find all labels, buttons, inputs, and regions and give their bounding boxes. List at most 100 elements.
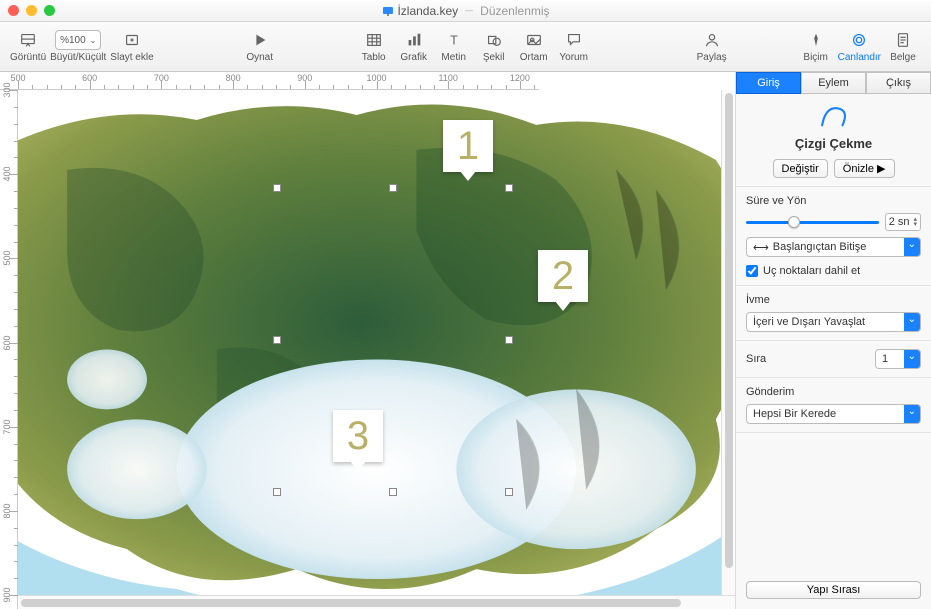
ruler-vertical: 300400500600700800900 — [0, 90, 18, 609]
marker-3-label: 3 — [347, 414, 369, 459]
toolbar-text[interactable]: T Metin — [436, 30, 472, 63]
map-marker-2[interactable]: 2 — [538, 250, 588, 302]
title-separator: — — [465, 6, 473, 15]
scrollbar-v-thumb[interactable] — [725, 93, 733, 568]
route-line[interactable] — [18, 90, 318, 240]
toolbar-format[interactable]: Biçim — [798, 30, 834, 63]
toolbar-document-label: Belge — [890, 52, 916, 63]
ruler-v-label: 400 — [2, 167, 12, 182]
toolbar-shape-label: Şekil — [483, 52, 505, 63]
duration-value: 2 sn — [889, 216, 910, 228]
toolbar-format-label: Biçim — [803, 52, 827, 63]
effect-preview-icon — [817, 102, 851, 130]
scrollbar-horizontal[interactable] — [18, 595, 735, 609]
canvas-area[interactable]: 500600700800900100011001200130014001500 … — [0, 72, 735, 609]
scrollbar-vertical[interactable] — [721, 90, 735, 595]
toolbar-comment-label: Yorum — [559, 52, 588, 63]
window-title: İzlanda.key — Düzenlenmiş — [381, 4, 549, 18]
toolbar-animate[interactable]: Canlandır — [838, 30, 881, 63]
toolbar-media-label: Ortam — [520, 52, 548, 63]
toolbar-chart-label: Grafik — [400, 52, 427, 63]
toolbar-add-slide[interactable]: Slayt ekle — [110, 30, 153, 63]
selection-handles[interactable] — [276, 187, 510, 493]
ruler-h-label: 900 — [297, 73, 312, 83]
direction-select[interactable]: ⟷ Başlangıçtan Bitişe — [746, 237, 921, 257]
direction-prefix-icon: ⟷ — [753, 241, 769, 254]
ruler-v-label: 600 — [2, 335, 12, 350]
toolbar-chart[interactable]: Grafik — [396, 30, 432, 63]
stepper-arrows-icon[interactable]: ▴▾ — [913, 217, 917, 227]
ruler-h-label: 500 — [10, 73, 25, 83]
ruler-horizontal: 500600700800900100011001200130014001500 — [0, 72, 539, 90]
map-marker-3[interactable]: 3 — [333, 410, 383, 462]
window-controls — [8, 5, 55, 16]
handle-sw[interactable] — [273, 488, 281, 496]
minimize-window-button[interactable] — [26, 5, 37, 16]
toolbar-add-slide-label: Slayt ekle — [110, 52, 153, 63]
toolbar: Görüntü %100⌄ Büyüt/Küçült Slayt ekle Oy… — [0, 22, 931, 72]
toolbar-animate-label: Canlandır — [838, 52, 881, 63]
ruler-h-label: 1000 — [366, 73, 386, 83]
toolbar-play[interactable]: Oynat — [242, 30, 278, 63]
easing-label: İvme — [746, 294, 770, 306]
inspector-panel: Giriş Eylem Çıkış Çizgi Çekme Değiştir Ö… — [735, 72, 931, 609]
toolbar-view-label: Görüntü — [10, 52, 46, 63]
ruler-v-label: 300 — [2, 82, 12, 97]
tab-action[interactable]: Eylem — [801, 72, 866, 94]
ruler-h-label: 600 — [82, 73, 97, 83]
toolbar-zoom[interactable]: %100⌄ Büyüt/Küçült — [50, 30, 106, 63]
order-select[interactable]: 1 — [875, 349, 921, 369]
toolbar-table[interactable]: Tablo — [356, 30, 392, 63]
change-effect-button[interactable]: Değiştir — [773, 159, 828, 178]
order-label: Sıra — [746, 353, 869, 365]
duration-slider[interactable] — [746, 221, 879, 224]
handle-e[interactable] — [505, 336, 513, 344]
toolbar-document[interactable]: Belge — [885, 30, 921, 63]
handle-nw[interactable] — [273, 184, 281, 192]
marker-1-label: 1 — [457, 124, 479, 169]
maximize-window-button[interactable] — [44, 5, 55, 16]
easing-value: İçeri ve Dışarı Yavaşlat — [753, 316, 865, 328]
toolbar-share-label: Paylaş — [697, 52, 727, 63]
include-endpoints-label: Uç noktaları dahil et — [763, 265, 860, 277]
handle-ne[interactable] — [505, 184, 513, 192]
toolbar-media[interactable]: Ortam — [516, 30, 552, 63]
toolbar-text-label: Metin — [441, 52, 465, 63]
ruler-h-label: 1100 — [439, 73, 458, 83]
preview-effect-button[interactable]: Önizle ▶ — [834, 159, 895, 178]
delivery-value: Hepsi Bir Kerede — [753, 408, 836, 420]
inspector-tabs: Giriş Eylem Çıkış — [736, 72, 931, 94]
toolbar-view[interactable]: Görüntü — [10, 30, 46, 63]
order-value: 1 — [882, 353, 888, 365]
duration-stepper[interactable]: 2 sn ▴▾ — [885, 213, 921, 231]
toolbar-zoom-label: Büyüt/Küçült — [50, 52, 106, 63]
include-endpoints-checkbox[interactable] — [746, 265, 758, 277]
ruler-v-label: 500 — [2, 251, 12, 266]
map-marker-1[interactable]: 1 — [443, 120, 493, 172]
delivery-select[interactable]: Hepsi Bir Kerede — [746, 404, 921, 424]
keynote-doc-icon — [381, 5, 393, 17]
ruler-h-label: 700 — [154, 73, 169, 83]
handle-s[interactable] — [389, 488, 397, 496]
easing-select[interactable]: İçeri ve Dışarı Yavaşlat — [746, 312, 921, 332]
toolbar-table-label: Tablo — [362, 52, 386, 63]
marker-2-label: 2 — [552, 254, 574, 299]
build-order-button[interactable]: Yapı Sırası — [746, 581, 921, 599]
effect-title: Çizgi Çekme — [746, 136, 921, 151]
ruler-h-label: 800 — [226, 73, 241, 83]
handle-n[interactable] — [389, 184, 397, 192]
toolbar-share[interactable]: Paylaş — [694, 30, 730, 63]
tab-build-in[interactable]: Giriş — [736, 72, 801, 94]
svg-text:T: T — [450, 34, 458, 48]
toolbar-comment[interactable]: Yorum — [556, 30, 592, 63]
duration-direction-label: Süre ve Yön — [746, 195, 806, 207]
ruler-v-label: 700 — [2, 419, 12, 434]
toolbar-shape[interactable]: Şekil — [476, 30, 512, 63]
tab-build-out[interactable]: Çıkış — [866, 72, 931, 94]
window-titlebar: İzlanda.key — Düzenlenmiş — [0, 0, 931, 22]
ruler-v-label: 800 — [2, 503, 12, 518]
handle-se[interactable] — [505, 488, 513, 496]
scrollbar-h-thumb[interactable] — [21, 599, 681, 607]
handle-w[interactable] — [273, 336, 281, 344]
close-window-button[interactable] — [8, 5, 19, 16]
